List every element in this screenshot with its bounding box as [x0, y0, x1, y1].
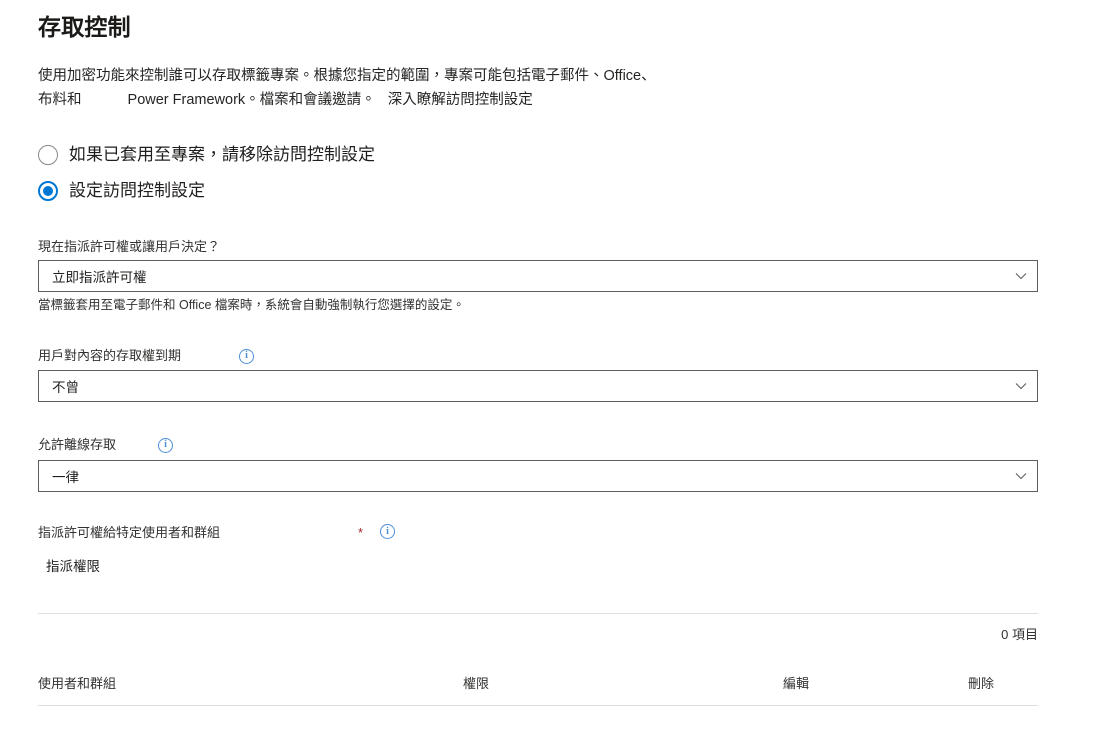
label-assign-now: 現在指派許可權或讓用戶決定？ — [38, 238, 220, 256]
info-icon-assign-permissions[interactable]: i — [380, 524, 395, 539]
page-description: 使用加密功能來控制誰可以存取標籤專案。根據您指定的範圍，專案可能包括電子郵件、O… — [38, 64, 718, 88]
dropdown-offline-access[interactable]: 一律 — [38, 460, 1038, 492]
hint-assign-now: 當標籤套用至電子郵件和 Office 檔案時，系統會自動強制執行您選擇的設定。 — [38, 297, 465, 314]
dropdown-assign-now-value: 立即指派許可權 — [52, 266, 1015, 286]
label-assign-now-text: 現在指派許可權或讓用戶決定？ — [38, 238, 220, 256]
info-icon-access-expires[interactable]: i — [239, 349, 254, 364]
dropdown-assign-now[interactable]: 立即指派許可權 — [38, 260, 1038, 292]
radio-label-configure-access-control: 設定訪問控制設定 — [69, 180, 205, 202]
column-header-users-and-groups[interactable]: 使用者和群組 — [38, 674, 116, 694]
product-name: Power Framework — [128, 92, 246, 108]
radio-option-configure-access-control[interactable]: 設定訪問控制設定 — [38, 180, 205, 202]
label-access-expires: 用戶對內容的存取權到期 i — [38, 347, 254, 365]
chevron-down-icon[interactable] — [1015, 270, 1027, 282]
label-access-expires-text: 用戶對內容的存取權到期 — [38, 347, 181, 365]
label-offline-access-text: 允許離線存取 — [38, 436, 116, 454]
dropdown-access-expires[interactable]: 不曾 — [38, 370, 1038, 402]
column-header-permissions[interactable]: 權限 — [463, 674, 489, 694]
label-assign-permissions: 指派許可權給特定使用者和群組 — [38, 524, 220, 542]
description-prefix: 布料和 — [38, 92, 86, 108]
dropdown-access-expires-value: 不曾 — [52, 376, 1015, 396]
chevron-down-icon[interactable] — [1015, 470, 1027, 482]
learn-more-link[interactable]: 深入瞭解訪問控制設定 — [388, 92, 533, 108]
description-middle: 。檔案和會議邀請。 — [245, 92, 380, 108]
required-asterisk: * — [358, 526, 363, 539]
radio-indicator-checked[interactable] — [38, 181, 58, 201]
table-top-divider — [38, 613, 1038, 614]
description-line-1: 使用加密功能來控制誰可以存取標籤專案。根據您指定的範圍，專案可能包括電子郵件、O… — [38, 68, 656, 84]
label-offline-access: 允許離線存取 i — [38, 436, 173, 454]
table-header-row: 使用者和群組 權限 編輯 刪除 — [38, 674, 1038, 694]
chevron-down-icon[interactable] — [1015, 380, 1027, 392]
column-header-delete[interactable]: 刪除 — [968, 674, 994, 694]
info-icon-offline-access[interactable]: i — [158, 438, 173, 453]
radio-indicator-unchecked[interactable] — [38, 145, 58, 165]
item-count-label: 0 項目 — [1001, 626, 1038, 644]
page-description-line-2: 布料和 Power Framework。檔案和會議邀請。 深入瞭解訪問控制設定 — [38, 88, 738, 112]
column-header-edit[interactable]: 編輯 — [783, 674, 809, 694]
page-title: 存取控制 — [38, 12, 131, 42]
assign-permissions-button[interactable]: 指派權限 — [46, 557, 100, 577]
radio-label-remove-access-control: 如果已套用至專案，請移除訪問控制設定 — [69, 144, 375, 166]
label-assign-permissions-text: 指派許可權給特定使用者和群組 — [38, 524, 220, 542]
access-control-page: 存取控制 使用加密功能來控制誰可以存取標籤專案。根據您指定的範圍，專案可能包括電… — [0, 0, 1119, 732]
table-header-divider — [38, 705, 1038, 706]
dropdown-offline-access-value: 一律 — [52, 466, 1015, 486]
radio-option-remove-access-control[interactable]: 如果已套用至專案，請移除訪問控制設定 — [38, 144, 375, 166]
